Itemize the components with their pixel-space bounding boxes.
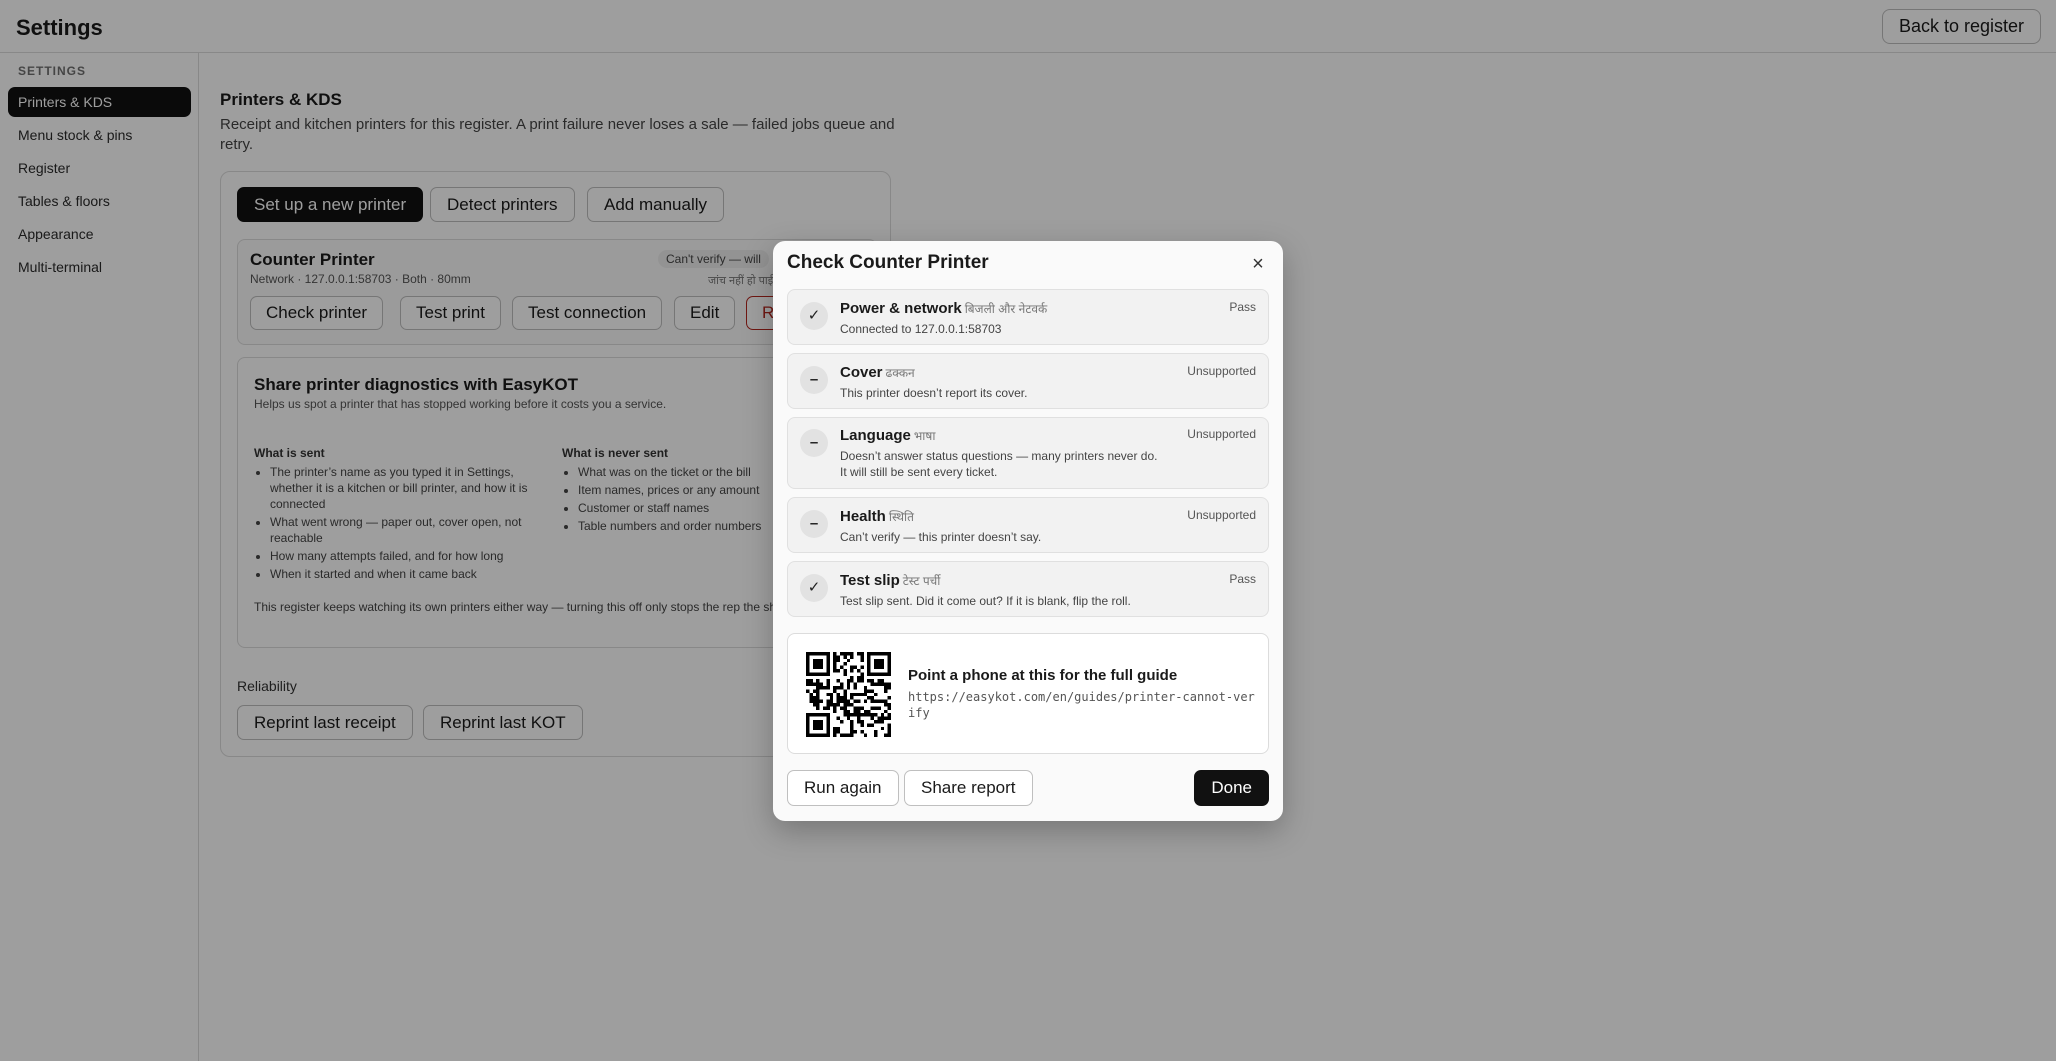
check-row-power-network: ✓ Power & network बिजली और नेटवर्क Connec… (787, 289, 1269, 345)
check-name: Cover ढक्कन (840, 364, 915, 381)
check-row-cover: – Cover ढक्कन This printer doesn’t report… (787, 353, 1269, 409)
check-status: Unsupported (1187, 508, 1256, 522)
check-printer-dialog: Check Counter Printer × ✓ Power & networ… (773, 241, 1283, 821)
done-button[interactable]: Done (1194, 770, 1269, 806)
guide-title: Point a phone at this for the full guide (908, 667, 1178, 684)
guide-qr-box: Point a phone at this for the full guide… (787, 633, 1269, 754)
check-detail: Doesn’t answer status questions — many p… (840, 449, 1158, 479)
check-name-hindi: ढक्कन (885, 366, 915, 380)
check-row-health: – Health स्थिति Can’t verify — this print… (787, 497, 1269, 553)
check-status: Unsupported (1187, 364, 1256, 378)
check-unsupported-icon: – (800, 366, 828, 394)
close-icon[interactable]: × (1247, 253, 1269, 275)
share-report-button[interactable]: Share report (904, 770, 1033, 806)
check-unsupported-icon: – (800, 429, 828, 457)
check-unsupported-icon: – (800, 510, 828, 538)
check-status: Pass (1229, 572, 1256, 586)
check-detail: Can’t verify — this printer doesn’t say. (840, 530, 1042, 544)
check-name-hindi: भाषा (913, 429, 936, 443)
check-name: Test slip टेस्ट पर्ची (840, 572, 941, 589)
check-name-hindi: बिजली और नेटवर्क (964, 302, 1048, 316)
check-detail: Connected to 127.0.0.1:58703 (840, 322, 1002, 336)
check-name: Language भाषा (840, 427, 936, 444)
check-detail: This printer doesn’t report its cover. (840, 386, 1028, 400)
check-detail: Test slip sent. Did it come out? If it i… (840, 594, 1131, 608)
qr-code-icon (806, 652, 891, 737)
check-name-hindi: स्थिति (888, 510, 914, 524)
run-again-button[interactable]: Run again (787, 770, 899, 806)
check-status: Pass (1229, 300, 1256, 314)
guide-url[interactable]: https://easykot.com/en/guides/printer-ca… (908, 689, 1258, 721)
check-pass-icon: ✓ (800, 574, 828, 602)
dialog-title: Check Counter Printer (787, 252, 989, 273)
check-name: Health स्थिति (840, 508, 914, 525)
check-name-hindi: टेस्ट पर्ची (902, 574, 941, 588)
check-row-language: – Language भाषा Doesn’t answer status que… (787, 417, 1269, 489)
check-row-test-slip: ✓ Test slip टेस्ट पर्ची Test slip sent. D… (787, 561, 1269, 617)
check-pass-icon: ✓ (800, 302, 828, 330)
check-status: Unsupported (1187, 427, 1256, 441)
check-name: Power & network बिजली और नेटवर्क (840, 300, 1048, 317)
